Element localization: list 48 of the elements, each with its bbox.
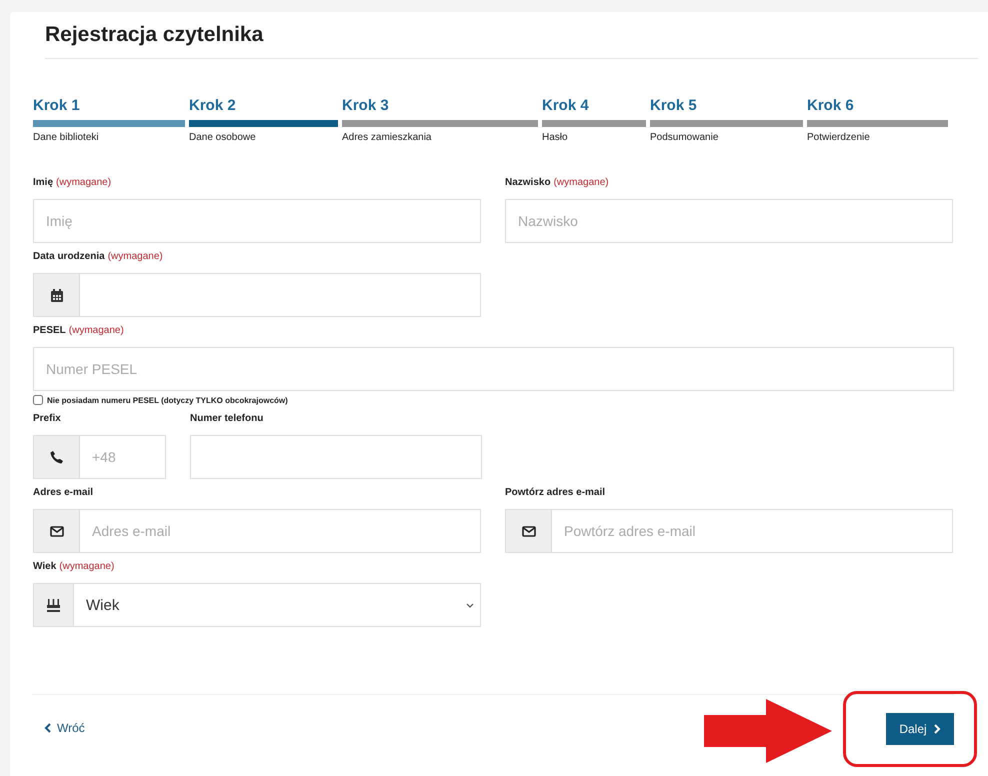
step-title: Krok 5 xyxy=(650,97,698,116)
required-note: (wymagane) xyxy=(56,177,112,188)
step-title: Krok 1 xyxy=(33,97,81,116)
required-note: (wymagane) xyxy=(554,177,609,188)
first-name-field[interactable]: Imię xyxy=(33,199,481,243)
prefix-field[interactable]: +48 xyxy=(79,435,166,479)
next-button[interactable]: Dalej xyxy=(886,713,954,745)
field-label: Wiek xyxy=(33,561,56,572)
calendar-icon xyxy=(50,288,62,302)
birth-date-field[interactable] xyxy=(79,273,481,317)
step-label: Adres zamieszkania xyxy=(342,132,432,143)
required-note: (wymagane) xyxy=(59,561,114,572)
page-title: Rejestracja czytelnika xyxy=(45,23,264,47)
step-label: Potwierdzenie xyxy=(807,132,871,143)
step-title: Krok 4 xyxy=(542,97,590,116)
field-label: Data urodzenia xyxy=(33,251,105,262)
cake-icon xyxy=(47,598,60,612)
field-label: Numer telefonu xyxy=(190,413,264,424)
pesel-field[interactable]: Numer PESEL xyxy=(33,347,954,391)
chevron-right-icon xyxy=(932,724,941,734)
back-link[interactable]: Wróć xyxy=(44,721,85,735)
checkbox[interactable] xyxy=(33,395,43,405)
step-title: Krok 3 xyxy=(342,97,390,116)
field-label: Powtórz adres e-mail xyxy=(505,487,606,498)
field-label: Prefix xyxy=(33,413,61,424)
chevron-down-icon xyxy=(466,602,474,608)
step-title: Krok 2 xyxy=(189,97,237,116)
envelope-icon xyxy=(50,526,64,536)
phone-icon xyxy=(50,450,64,464)
step-title: Krok 6 xyxy=(807,97,855,116)
step-label: Hasło xyxy=(542,132,569,143)
field-label: Nazwisko xyxy=(505,177,551,188)
step-label: Podsumowanie xyxy=(650,132,720,143)
envelope-icon xyxy=(522,526,536,536)
field-label: Adres e-mail xyxy=(33,487,94,498)
last-name-field[interactable]: Nazwisko xyxy=(505,199,953,243)
age-select[interactable]: Wiek xyxy=(73,583,481,627)
phone-number-field[interactable] xyxy=(190,435,482,479)
required-note: (wymagane) xyxy=(108,251,163,262)
email-field[interactable]: Adres e-mail xyxy=(79,509,481,553)
step-label: Dane osobowe xyxy=(189,132,257,143)
checkbox-label: Nie posiadam numeru PESEL (dotyczy TYLKO obcokrajowców) xyxy=(47,396,288,404)
email-field[interactable]: Powtórz adres e-mail xyxy=(551,509,953,553)
field-label: Imię xyxy=(33,177,54,188)
step-label: Dane biblioteki xyxy=(33,132,100,143)
chevron-left-icon xyxy=(44,723,52,733)
required-note: (wymagane) xyxy=(68,325,124,336)
field-label: PESEL xyxy=(33,325,66,336)
